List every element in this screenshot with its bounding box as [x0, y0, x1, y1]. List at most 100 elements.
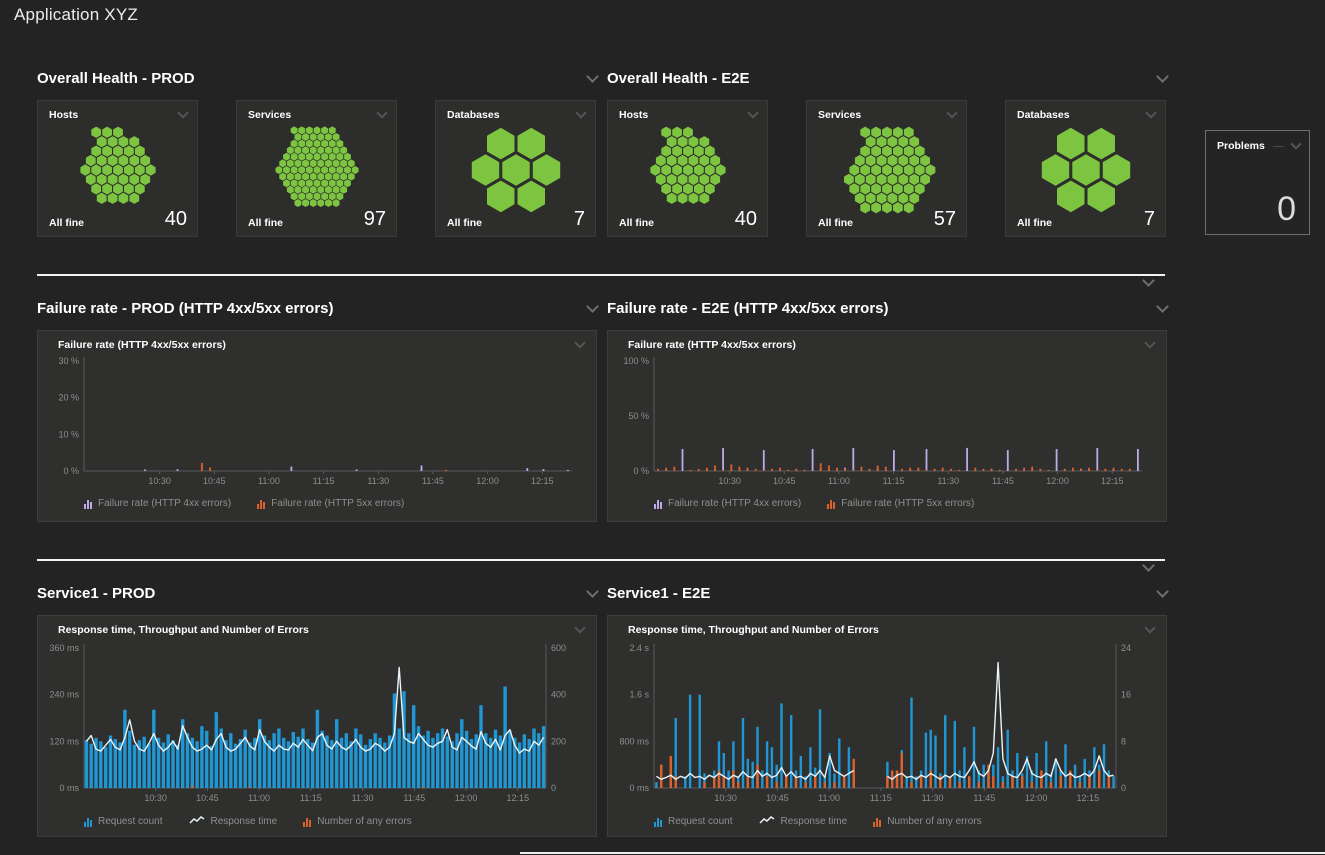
chevron-down-icon[interactable]	[177, 107, 188, 118]
failure-rate-chart[interactable]: 30 %20 %10 %0 %10:3010:4511:0011:1511:30…	[38, 351, 582, 491]
health-tile-services-e2e[interactable]: Services All fine57	[806, 100, 967, 237]
svg-text:20 %: 20 %	[58, 393, 79, 403]
legend-label: Failure rate (HTTP 4xx errors)	[668, 498, 801, 509]
health-tile-services-prod[interactable]: Services All fine97	[236, 100, 397, 237]
svg-text:100 %: 100 %	[623, 356, 649, 366]
entity-count: 40	[735, 209, 757, 229]
chevron-down-icon[interactable]	[575, 107, 586, 118]
legend-item-errors[interactable]: Number of any errors	[873, 816, 981, 827]
health-tile-hosts-prod[interactable]: Hosts All fine40	[37, 100, 198, 237]
svg-text:11:30: 11:30	[922, 793, 944, 803]
bar-chart-icon	[873, 817, 881, 827]
svg-text:240 ms: 240 ms	[49, 690, 79, 700]
chevron-down-icon[interactable]	[1142, 274, 1155, 287]
chevron-down-icon[interactable]	[747, 107, 758, 118]
line-chart-icon	[759, 815, 775, 828]
status-text: All fine	[818, 217, 853, 229]
dashboard: Application XYZ Overall Health - PROD Ov…	[0, 0, 1325, 855]
section-title: Overall Health - E2E	[607, 70, 750, 87]
legend-item-request-count[interactable]: Request count	[654, 816, 733, 827]
svg-text:360 ms: 360 ms	[49, 643, 79, 653]
chevron-down-icon[interactable]	[586, 70, 599, 83]
svg-text:12:00: 12:00	[476, 476, 499, 486]
entity-count: 7	[574, 209, 585, 229]
svg-text:11:00: 11:00	[828, 476, 850, 486]
legend-item-5xx[interactable]: Failure rate (HTTP 5xx errors)	[827, 498, 974, 509]
chevron-down-icon[interactable]	[1290, 138, 1301, 149]
bar-chart-icon	[654, 817, 662, 827]
failure-rate-e2e-card: Failure rate (HTTP 4xx/5xx errors) 100 %…	[607, 330, 1167, 522]
health-tile-databases-prod[interactable]: Databases All fine7	[435, 100, 596, 237]
chevron-down-icon[interactable]	[946, 107, 957, 118]
chevron-down-icon[interactable]	[376, 107, 387, 118]
svg-text:400: 400	[551, 690, 566, 700]
bar-chart-icon	[257, 499, 265, 509]
svg-text:11:15: 11:15	[883, 476, 905, 486]
status-text: All fine	[619, 217, 654, 229]
svg-text:12:00: 12:00	[1025, 793, 1048, 803]
svg-text:10:45: 10:45	[773, 476, 796, 486]
service-prod-card: Response time, Throughput and Number of …	[37, 615, 597, 837]
entity-count: 7	[1144, 209, 1155, 229]
health-tile-databases-e2e[interactable]: Databases All fine7	[1005, 100, 1166, 237]
tile-title: Databases	[1017, 109, 1070, 121]
svg-text:11:00: 11:00	[258, 476, 280, 486]
legend-item-request-count[interactable]: Request count	[84, 816, 163, 827]
chevron-down-icon[interactable]	[1156, 300, 1169, 313]
svg-text:8: 8	[1121, 736, 1126, 746]
section-divider-partial	[520, 852, 1325, 854]
chevron-down-icon[interactable]	[574, 622, 585, 633]
honeycomb-chart	[613, 121, 763, 219]
chevron-down-icon[interactable]	[1156, 70, 1169, 83]
chevron-down-icon[interactable]	[574, 337, 585, 348]
svg-text:10:30: 10:30	[144, 793, 167, 803]
chevron-down-icon[interactable]	[586, 300, 599, 313]
chart-title: Response time, Throughput and Number of …	[628, 624, 879, 636]
failure-rate-prod-card: Failure rate (HTTP 4xx/5xx errors) 30 %2…	[37, 330, 597, 522]
svg-text:16: 16	[1121, 690, 1131, 700]
section-header-health-prod: Overall Health - PROD	[37, 70, 597, 87]
svg-text:200: 200	[551, 736, 566, 746]
legend-item-response-time[interactable]: Response time	[759, 815, 848, 828]
legend-item-5xx[interactable]: Failure rate (HTTP 5xx errors)	[257, 498, 404, 509]
chevron-down-icon[interactable]	[1145, 107, 1156, 118]
chart-legend: Request count Response time Number of an…	[608, 815, 1166, 828]
service-metrics-chart[interactable]: 360 ms240 ms120 ms0 ms600400200010:3010:…	[38, 636, 582, 808]
bar-chart-icon	[84, 499, 92, 509]
svg-text:10:30: 10:30	[714, 793, 737, 803]
chevron-down-icon[interactable]	[1142, 559, 1155, 572]
section-title: Service1 - PROD	[37, 585, 155, 602]
chevron-down-icon[interactable]	[1144, 622, 1155, 633]
legend-item-response-time[interactable]: Response time	[189, 815, 278, 828]
chevron-down-icon[interactable]	[1144, 337, 1155, 348]
health-tile-hosts-e2e[interactable]: Hosts All fine 40	[607, 100, 768, 237]
tile-title: Problems	[1217, 140, 1265, 152]
section-title: Service1 - E2E	[607, 585, 710, 602]
bar-chart-icon	[84, 817, 92, 827]
section-header-health-e2e: Overall Health - E2E	[607, 70, 1167, 87]
chevron-down-icon[interactable]	[586, 585, 599, 598]
section-header-service-e2e: Service1 - E2E	[607, 585, 1167, 602]
failure-rate-chart[interactable]: 100 %50 %0 %10:3010:4511:0011:1511:3011:…	[608, 351, 1152, 491]
problems-tile[interactable]: Problems 0	[1205, 130, 1310, 235]
svg-text:11:00: 11:00	[248, 793, 270, 803]
svg-text:11:45: 11:45	[403, 793, 425, 803]
svg-text:12:00: 12:00	[455, 793, 478, 803]
service-metrics-chart[interactable]: 2.4 s1.6 s800 ms0 ms24168010:3010:4511:0…	[608, 636, 1152, 808]
chevron-down-icon[interactable]	[1156, 585, 1169, 598]
section-title: Failure rate - PROD (HTTP 4xx/5xx errors…	[37, 300, 334, 317]
svg-text:12:15: 12:15	[1101, 476, 1124, 486]
svg-text:11:15: 11:15	[300, 793, 322, 803]
legend-item-errors[interactable]: Number of any errors	[303, 816, 411, 827]
svg-text:2.4 s: 2.4 s	[629, 643, 649, 653]
bar-chart-icon	[827, 499, 835, 509]
tile-title: Services	[248, 109, 291, 121]
legend-label: Failure rate (HTTP 4xx errors)	[98, 498, 231, 509]
svg-text:11:30: 11:30	[937, 476, 959, 486]
legend-item-4xx[interactable]: Failure rate (HTTP 4xx errors)	[84, 498, 231, 509]
legend-label: Number of any errors	[887, 816, 981, 827]
section-title: Failure rate - E2E (HTTP 4xx/5xx errors)	[607, 300, 889, 317]
tile-title: Hosts	[619, 109, 648, 121]
legend-item-4xx[interactable]: Failure rate (HTTP 4xx errors)	[654, 498, 801, 509]
honeycomb-chart	[43, 121, 193, 219]
